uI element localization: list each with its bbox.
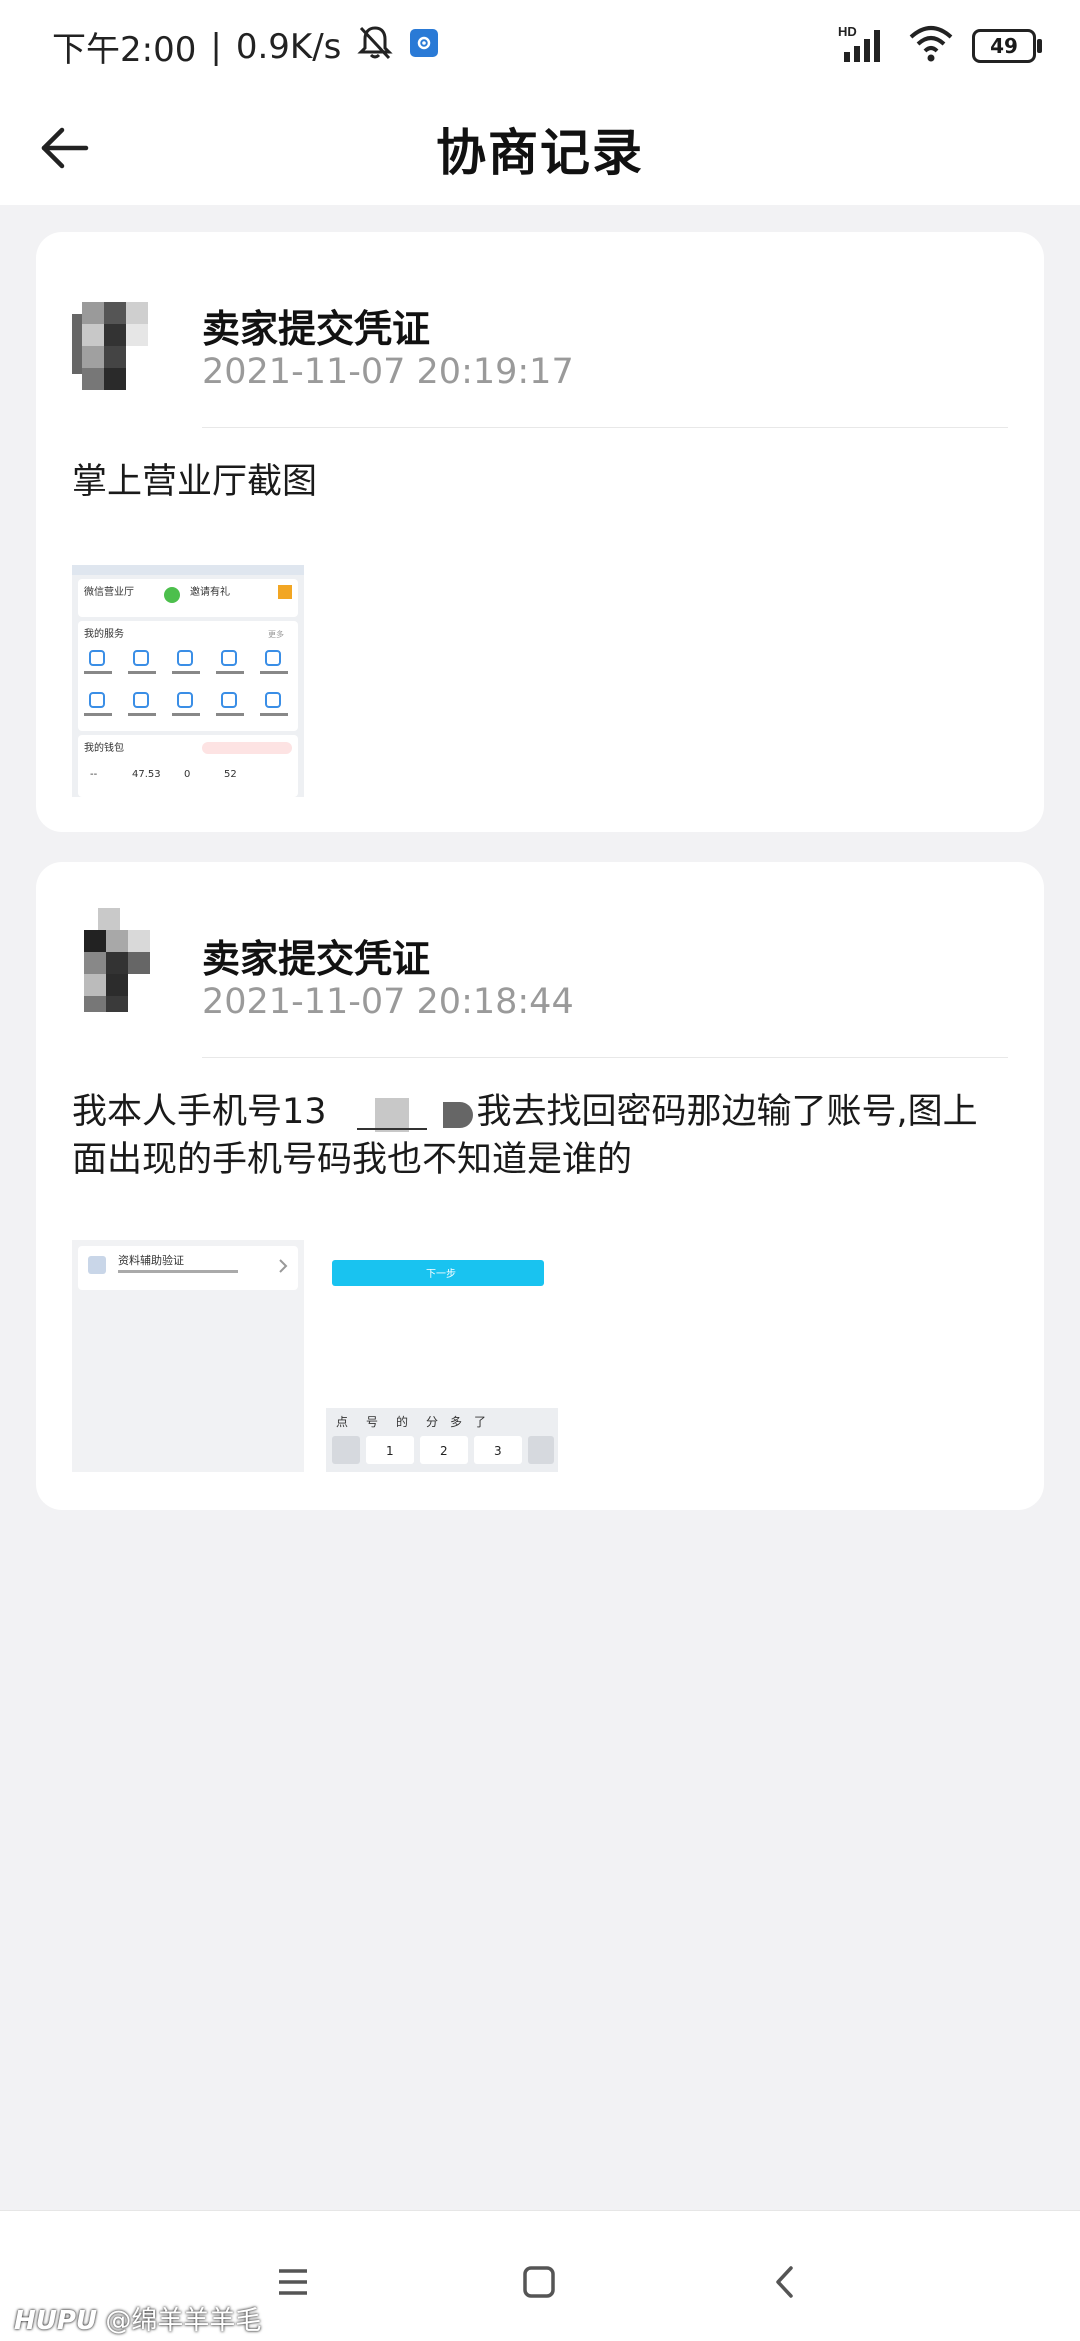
- thumb-wallet-3: 52: [224, 769, 237, 780]
- thumb2-button: 下一步: [426, 1268, 456, 1280]
- watermark-brand: HUPU: [14, 2306, 98, 2336]
- record-title: 卖家提交凭证: [202, 937, 431, 981]
- app-notification-icon: [409, 27, 439, 67]
- key: 点: [336, 1415, 348, 1429]
- key: 多: [450, 1415, 462, 1429]
- key: 1: [386, 1444, 394, 1458]
- key: 3: [494, 1444, 502, 1458]
- thumb-section-2: 我的钱包: [84, 741, 124, 754]
- system-back-button[interactable]: [760, 2257, 810, 2307]
- attachment-thumbnail[interactable]: 资料辅助验证: [72, 1240, 304, 1472]
- thumb-wallet-2: 0: [184, 769, 190, 780]
- watermark-user: @绵羊羊羊毛: [105, 2306, 262, 2336]
- page-header: 协商记录: [0, 95, 1080, 205]
- thumb-wallet-1: 47.53: [132, 769, 161, 780]
- thumb-label-2: 邀请有礼: [190, 585, 230, 598]
- thumb-label-1: 微信营业厅: [84, 585, 134, 598]
- record-card: 卖家提交凭证 2021-11-07 20:18:44 我本人手机号13 我去找回密…: [36, 862, 1044, 1510]
- battery-icon: 49: [972, 29, 1042, 63]
- key: 分: [426, 1415, 438, 1429]
- thumb2-label: 资料辅助验证: [118, 1253, 184, 1267]
- key: 了: [474, 1415, 486, 1429]
- menu-button[interactable]: [268, 2257, 318, 2307]
- attachment-thumbnail[interactable]: 下一步 点 号 的 分 多 了 1 2 3: [326, 1240, 558, 1472]
- watermark: HUPU @绵羊羊羊毛: [14, 2300, 261, 2337]
- record-description: 掌上营业厅截图: [72, 462, 318, 502]
- status-bar: 下午2:00 | 0.9K/s HD 49: [0, 0, 1080, 95]
- home-button[interactable]: [514, 2257, 564, 2307]
- signal-icon: HD: [838, 24, 890, 68]
- avatar[interactable]: [72, 294, 176, 398]
- page-title: 协商记录: [436, 124, 644, 182]
- back-chevron-icon: [776, 2266, 793, 2298]
- record-title: 卖家提交凭证: [202, 307, 431, 351]
- status-separator: |: [210, 26, 222, 67]
- key: 号: [366, 1415, 378, 1429]
- key: 2: [440, 1444, 448, 1458]
- record-description-start: 我本人手机号13: [72, 1092, 327, 1132]
- thumb-wallet-0: --: [90, 769, 98, 780]
- mute-bell-icon: [355, 22, 395, 71]
- record-description: 我本人手机号13 我去找回密码那边输了账号,图上面出现的手机号码我也不知道是谁的: [72, 1088, 988, 1184]
- redaction-block: [327, 1096, 477, 1132]
- wifi-icon: [908, 25, 954, 67]
- divider: [202, 1057, 1008, 1058]
- record-time: 2021-11-07 20:19:17: [202, 352, 574, 392]
- menu-icon: [279, 2269, 307, 2295]
- home-square-icon: [523, 2266, 555, 2298]
- status-net-speed: 0.9K/s: [235, 26, 342, 67]
- status-left: 下午2:00 | 0.9K/s: [52, 22, 439, 71]
- top-area: 下午2:00 | 0.9K/s HD 49 协商记录: [0, 0, 1080, 205]
- avatar[interactable]: [72, 908, 176, 1012]
- divider: [202, 427, 1008, 428]
- record-time: 2021-11-07 20:18:44: [202, 982, 574, 1022]
- status-time: 下午2:00: [52, 30, 197, 70]
- record-card: 卖家提交凭证 2021-11-07 20:19:17 掌上营业厅截图 微信营业厅…: [36, 232, 1044, 832]
- thumb-more: 更多: [268, 629, 284, 639]
- key: 的: [396, 1414, 408, 1429]
- attachment-thumbnail[interactable]: 微信营业厅 邀请有礼 我的服务 更多 我的钱包 -- 47.53 0 52: [72, 565, 304, 797]
- thumb-section-1: 我的服务: [84, 627, 124, 640]
- hd-label: HD: [838, 24, 857, 39]
- status-right: HD 49: [838, 24, 1042, 68]
